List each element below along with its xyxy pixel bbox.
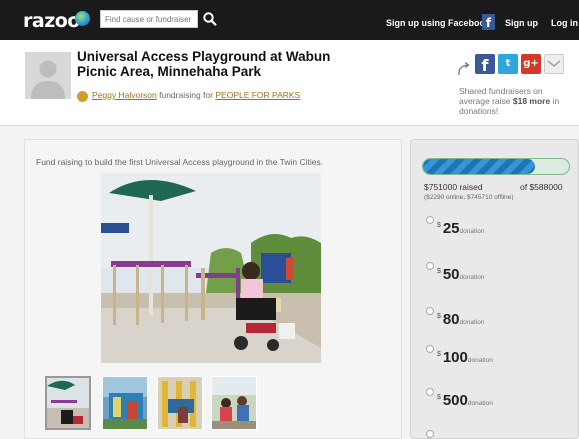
donation-amount-option[interactable]: $ 500donation (437, 392, 493, 410)
search-input[interactable] (100, 10, 198, 28)
search-icon[interactable] (202, 10, 218, 28)
gallery-thumbnail[interactable] (102, 376, 148, 430)
donation-radio[interactable] (426, 216, 434, 224)
donation-radio[interactable] (426, 345, 434, 353)
avatar (25, 52, 71, 99)
main-campaign-photo[interactable] (101, 173, 321, 363)
raised-breakdown: ($2290 online, $745710 offline) (424, 194, 514, 201)
fundraising-progress-bar (422, 158, 570, 175)
donation-amount-option[interactable]: $ 100donation (437, 349, 493, 367)
email-share-icon[interactable] (544, 54, 564, 74)
donation-label: donation (459, 274, 485, 281)
donation-radio[interactable] (426, 262, 434, 270)
fundraising-goal: of $588000 (520, 182, 563, 192)
razoo-logo[interactable]: razoo (23, 10, 80, 32)
share-incentive-text: Shared fundraisers on average raise $18 … (459, 86, 560, 116)
facebook-signup-link[interactable]: Sign up using Facebook (386, 18, 490, 28)
donation-radio[interactable] (426, 388, 434, 396)
gallery-thumbnail[interactable] (157, 376, 203, 430)
default-user-icon (25, 52, 71, 99)
organization-link[interactable]: PEOPLE FOR PARKS (215, 90, 300, 100)
facebook-icon[interactable]: f (482, 14, 495, 30)
donation-value: 80 (442, 311, 460, 328)
donation-value: 25 (442, 220, 460, 237)
gallery-thumbnail[interactable] (45, 376, 91, 430)
donation-label: donation (467, 357, 493, 364)
campaign-title: Universal Access Playground at Wabun Pic… (77, 49, 331, 79)
share-arrow-icon (458, 62, 470, 76)
twitter-share-icon[interactable]: t (498, 54, 518, 74)
donation-amount-option[interactable]: $ 80donation (437, 311, 484, 329)
progress-fill (423, 159, 536, 174)
login-link[interactable]: Log in (551, 18, 578, 28)
donation-label: donation (459, 319, 485, 326)
googleplus-share-icon[interactable]: g+ (521, 54, 541, 74)
verified-badge-icon (77, 91, 88, 102)
fundraiser-link[interactable]: Peggy Halvorson (92, 90, 157, 100)
campaign-header: Universal Access Playground at Wabun Pic… (0, 40, 579, 126)
signup-link[interactable]: Sign up (505, 18, 538, 28)
donation-radio[interactable] (426, 430, 434, 438)
donation-label: donation (459, 228, 485, 235)
donation-value: 100 (442, 349, 468, 366)
gallery-thumbnail[interactable] (211, 376, 257, 430)
donation-amount-option[interactable]: $ 50donation (437, 266, 484, 284)
top-navbar: razoo Sign up using Facebook f Sign up L… (0, 0, 579, 40)
amount-raised: $751000 raised (424, 182, 483, 192)
campaign-description: Fund raising to build the first Universa… (36, 157, 324, 167)
donation-radio[interactable] (426, 307, 434, 315)
donation-value: 50 (442, 266, 460, 283)
donation-amount-option[interactable]: $ 25donation (437, 220, 484, 238)
facebook-share-icon[interactable]: f (475, 54, 495, 75)
donation-label: donation (467, 400, 493, 407)
globe-icon (75, 11, 90, 26)
donation-value: 500 (442, 392, 468, 409)
byline: Peggy Halvorson fundraising for PEOPLE F… (92, 90, 300, 100)
fundraising-for-text: fundraising for (159, 90, 213, 100)
